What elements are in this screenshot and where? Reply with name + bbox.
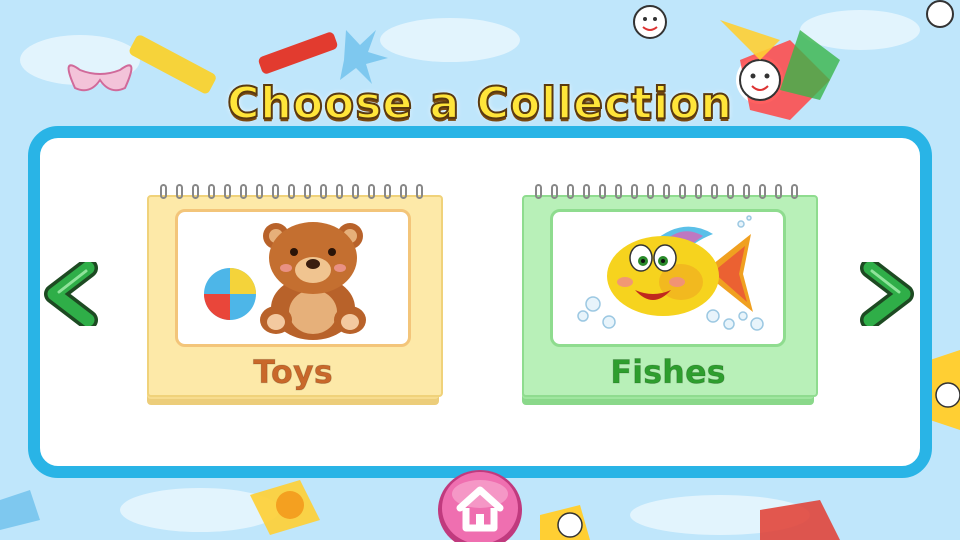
home-button[interactable] [436, 470, 524, 542]
collection-label: Toys [253, 353, 333, 392]
collection-card-toys[interactable]: Toys [147, 184, 443, 409]
collection-card-fishes[interactable]: Fishes [522, 184, 818, 409]
fish-picture [577, 215, 764, 331]
chevron-right-icon[interactable] [858, 262, 914, 326]
notebook-rings [160, 184, 423, 199]
collection-picture-frame [550, 209, 786, 347]
collection-picture-frame [175, 209, 411, 347]
chevron-left-icon[interactable] [44, 262, 100, 326]
teddy-bear-picture [204, 222, 366, 340]
screen-title: Choose a Collection [226, 77, 733, 130]
notebook-rings [535, 184, 798, 199]
collection-label: Fishes [610, 353, 726, 392]
